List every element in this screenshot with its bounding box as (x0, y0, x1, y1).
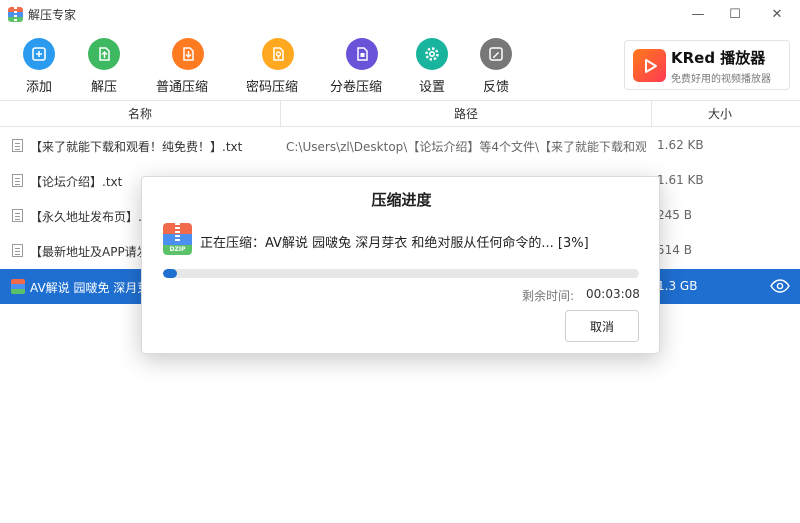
zip-file-icon (11, 279, 25, 294)
title-bar: 解压专家 — ☐ ✕ (0, 0, 800, 28)
close-icon: ✕ (771, 6, 783, 22)
settings-label: 设置 (418, 80, 445, 95)
extract-button[interactable]: 解压 (88, 38, 120, 95)
extract-label: 解压 (90, 80, 117, 95)
compress-button[interactable]: 普通压缩 (156, 38, 208, 95)
kred-player-promo[interactable]: KRed 播放器 免费好用的视频播放器 (624, 40, 790, 90)
add-button[interactable]: 添加 (23, 38, 55, 95)
password-compress-button[interactable]: 密码压缩 (246, 38, 298, 95)
maximize-icon: ☐ (729, 6, 741, 22)
text-file-icon (12, 244, 23, 257)
progress-fill (163, 269, 178, 278)
close-button[interactable]: ✕ (767, 4, 787, 24)
text-file-icon (12, 139, 23, 152)
compress-icon (171, 38, 204, 70)
column-header-size[interactable]: 大小 (652, 101, 788, 127)
dzip-icon: DZIP (163, 223, 192, 255)
gear-icon (416, 38, 448, 70)
minimize-button[interactable]: — (688, 4, 708, 24)
text-file-icon (12, 209, 23, 222)
extract-icon (88, 38, 120, 70)
file-size: 1.3 GB (657, 279, 698, 293)
file-size: 514 B (657, 243, 692, 257)
cancel-button[interactable]: 取消 (565, 310, 639, 342)
add-icon (23, 38, 55, 70)
progress-bar (163, 269, 639, 278)
compress-label: 普通压缩 (156, 80, 209, 95)
add-label: 添加 (25, 80, 52, 95)
column-header-path[interactable]: 路径 (281, 101, 651, 127)
promo-name: KRed 播放器 (671, 49, 766, 67)
dzip-label: DZIP (169, 246, 186, 253)
remaining-time-value: 00:03:08 (586, 287, 640, 301)
minimize-icon: — (691, 6, 705, 22)
file-name: 【来了就能下载和观看！纯免费！】.txt (30, 140, 243, 154)
eye-icon[interactable] (770, 279, 790, 293)
split-compress-icon (345, 38, 378, 70)
file-size: 1.61 KB (657, 173, 704, 187)
dialog-title: 压缩进度 (371, 191, 432, 209)
file-size: 1.62 KB (657, 138, 704, 152)
remaining-time-label: 剩余时间: (522, 289, 575, 303)
maximize-button[interactable]: ☐ (725, 4, 745, 24)
split-compress-button[interactable]: 分卷压缩 (330, 38, 382, 95)
text-file-icon (12, 174, 23, 187)
file-path: C:\Users\zl\Desktop\【论坛介绍】等4个文件\【来了就能下载和… (286, 140, 646, 154)
app-icon (8, 7, 23, 22)
file-list-header: 名称 路径 大小 (0, 100, 800, 127)
password-compress-label: 密码压缩 (246, 80, 299, 95)
compress-progress-dialog: 压缩进度 DZIP 正在压缩：AV解说 园啵兔 深月芽衣 和绝对服从任何命令的.… (141, 176, 660, 354)
feedback-icon (480, 38, 512, 70)
column-header-name[interactable]: 名称 (0, 101, 280, 127)
table-row[interactable]: 【来了就能下载和观看！纯免费！】.txt C:\Users\zl\Desktop… (0, 128, 800, 163)
feedback-label: 反馈 (482, 80, 509, 95)
split-compress-label: 分卷压缩 (330, 80, 383, 95)
feedback-button[interactable]: 反馈 (480, 38, 512, 95)
file-size: 245 B (657, 208, 692, 222)
play-icon (633, 49, 666, 82)
compress-status-text: 正在压缩：AV解说 园啵兔 深月芽衣 和绝对服从任何命令的... [3%] (200, 236, 589, 251)
lock-compress-icon (261, 38, 294, 70)
settings-button[interactable]: 设置 (416, 38, 448, 95)
promo-slogan: 免费好用的视频播放器 (671, 74, 771, 85)
window-title: 解压专家 (28, 8, 77, 22)
